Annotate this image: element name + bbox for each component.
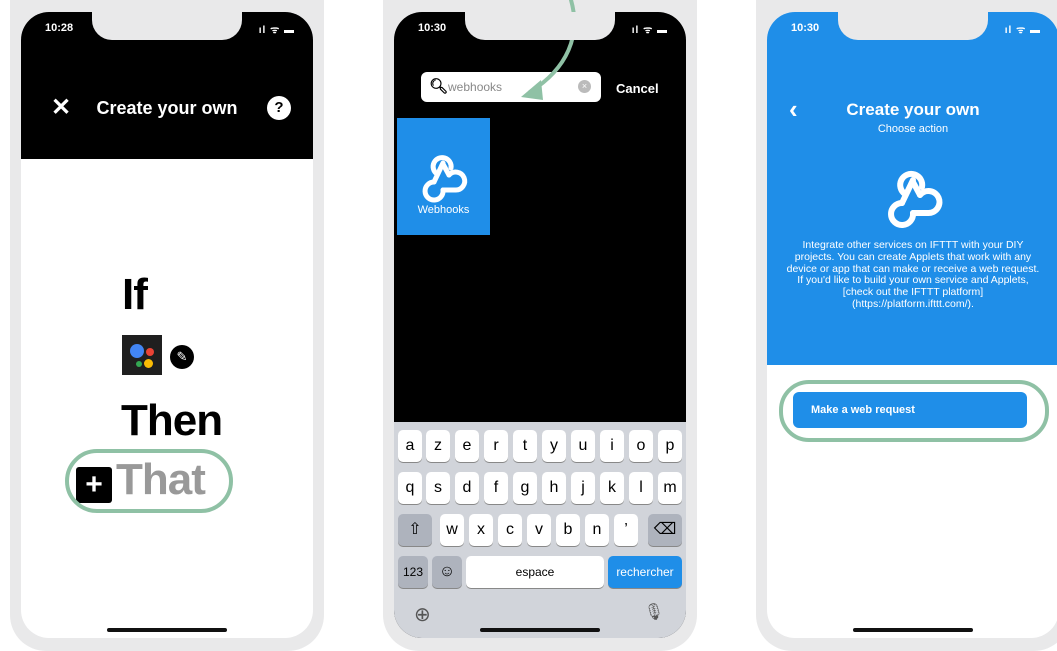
key-i[interactable]: i <box>600 430 624 462</box>
delete-key[interactable]: ⌫ <box>648 514 682 546</box>
if-label: If <box>122 270 148 319</box>
key-o[interactable]: o <box>629 430 653 462</box>
home-indicator <box>107 628 227 632</box>
status-time: 10:28 <box>45 22 74 34</box>
screen-create-your-own: 10:28 ıl ᯤ ▬ ✕ Create your own ? If ✎ Th… <box>21 12 313 638</box>
key-n[interactable]: n <box>585 514 609 546</box>
highlight-that <box>65 449 233 513</box>
key-k[interactable]: k <box>600 472 624 504</box>
status-icons: ıl ᯤ ▬ <box>258 25 295 36</box>
search-icon: 🔍︎ <box>429 78 449 95</box>
phone-create-your-own: 10:28 ıl ᯤ ▬ ✕ Create your own ? If ✎ Th… <box>10 0 324 651</box>
google-assistant-icon[interactable] <box>122 335 162 375</box>
space-key[interactable]: espace <box>466 556 604 588</box>
search-key[interactable]: rechercher <box>608 556 682 588</box>
shift-key[interactable]: ⇧ <box>398 514 432 546</box>
key-y[interactable]: y <box>542 430 566 462</box>
key-a[interactable]: a <box>398 430 422 462</box>
key-x[interactable]: x <box>469 514 493 546</box>
key-f[interactable]: f <box>484 472 508 504</box>
key-u[interactable]: u <box>571 430 595 462</box>
home-indicator <box>853 628 973 632</box>
emoji-key[interactable]: ☺ <box>432 556 462 588</box>
key-apostrophe[interactable]: ’ <box>614 514 638 546</box>
key-j[interactable]: j <box>571 472 595 504</box>
numbers-key[interactable]: 123 <box>398 556 428 588</box>
status-icons: ıl ᯤ ▬ <box>1004 25 1041 36</box>
status-time: 10:30 <box>418 22 447 34</box>
phone-notch <box>92 12 242 40</box>
webhooks-label: Webhooks <box>417 204 470 216</box>
key-c[interactable]: c <box>498 514 522 546</box>
key-e[interactable]: e <box>455 430 479 462</box>
service-description: Integrate other services on IFTTT with y… <box>786 239 1040 310</box>
webhooks-icon <box>422 155 468 203</box>
pencil-icon[interactable]: ✎ <box>170 345 194 369</box>
page-title: Create your own <box>846 100 980 119</box>
key-q[interactable]: q <box>398 472 422 504</box>
phone-choose-action: 10:30 ıl ᯤ ▬ ‹ Create your own Choose ac… <box>756 0 1057 651</box>
key-l[interactable]: l <box>629 472 653 504</box>
help-icon[interactable]: ? <box>267 96 291 120</box>
key-v[interactable]: v <box>527 514 551 546</box>
search-value: webhooks <box>448 80 503 94</box>
phone-notch <box>465 12 615 40</box>
status-time: 10:30 <box>791 22 820 34</box>
key-s[interactable]: s <box>426 472 450 504</box>
webhooks-icon <box>888 170 943 228</box>
phone-notch <box>838 12 988 40</box>
webhooks-tile[interactable]: Webhooks <box>397 118 490 235</box>
key-t[interactable]: t <box>513 430 537 462</box>
home-indicator <box>480 628 600 632</box>
key-r[interactable]: r <box>484 430 508 462</box>
phone-search-services: 10:30 ıl ᯤ ▬ 🔍︎ webhooks × Cancel Webhoo… <box>383 0 697 651</box>
key-w[interactable]: w <box>440 514 464 546</box>
page-subtitle: Choose action <box>877 123 949 135</box>
highlight-action <box>779 380 1049 442</box>
screen-choose-action: 10:30 ıl ᯤ ▬ ‹ Create your own Choose ac… <box>767 12 1057 638</box>
key-z[interactable]: z <box>426 430 450 462</box>
key-m[interactable]: m <box>658 472 682 504</box>
keyboard: a z e r t y u i o p q s d f g h j k l m … <box>394 422 686 638</box>
microphone-icon[interactable]: 🎙 <box>644 602 664 622</box>
key-h[interactable]: h <box>542 472 566 504</box>
status-icons: ıl ᯤ ▬ <box>631 25 668 36</box>
key-g[interactable]: g <box>513 472 537 504</box>
key-p[interactable]: p <box>658 430 682 462</box>
then-label: Then <box>121 396 223 445</box>
globe-icon[interactable]: ⊕ <box>414 602 431 627</box>
key-b[interactable]: b <box>556 514 580 546</box>
service-header: 10:30 ıl ᯤ ▬ ‹ Create your own Choose ac… <box>767 12 1057 365</box>
key-d[interactable]: d <box>455 472 479 504</box>
